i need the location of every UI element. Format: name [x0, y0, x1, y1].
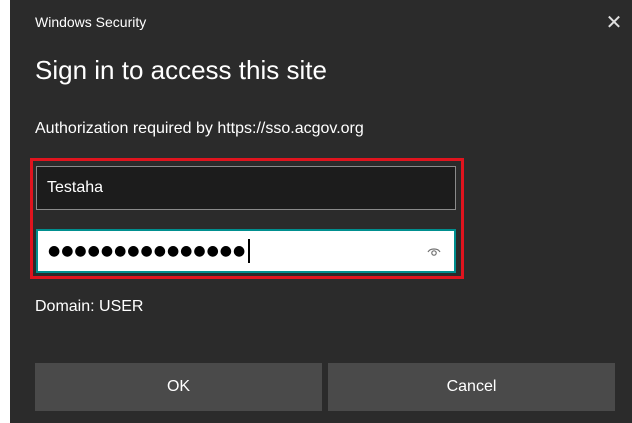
authorization-message: Authorization required by https://sso.ac… — [35, 120, 364, 137]
dialog-heading: Sign in to access this site — [35, 55, 327, 85]
cancel-button[interactable]: Cancel — [328, 363, 615, 411]
close-icon: ✕ — [605, 11, 623, 34]
app-title: Windows Security — [35, 14, 147, 30]
ok-button-label: OK — [166, 378, 191, 395]
username-value: Testaha — [47, 179, 104, 196]
cancel-button-label: Cancel — [446, 378, 497, 395]
eye-icon[interactable] — [426, 243, 442, 259]
close-button[interactable]: ✕ — [600, 8, 628, 36]
title-bar: Windows Security ✕ — [10, 0, 632, 48]
ok-button[interactable]: OK — [35, 363, 322, 411]
username-input[interactable]: Testaha — [36, 166, 456, 210]
domain-label: Domain: USER — [35, 298, 144, 315]
password-input[interactable]: ●●●●●●●●●●●●●●● — [36, 229, 456, 273]
password-value: ●●●●●●●●●●●●●●● — [48, 243, 247, 259]
windows-security-dialog: Windows Security ✕ Sign in to access thi… — [10, 0, 632, 423]
text-caret — [248, 239, 251, 263]
